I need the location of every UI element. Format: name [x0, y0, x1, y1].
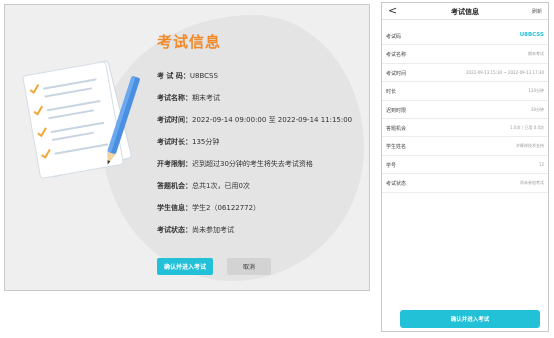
- desktop-exam-info-panel: 考试信息 考 试 码：U8BCSS 考试名称：期末考试 考试时间：2022-09…: [4, 4, 370, 291]
- exam-time-label: 考试时间：: [157, 116, 192, 124]
- exam-code-row: 考 试 码：U8BCSS: [157, 71, 218, 81]
- list-item: 时长 120分钟: [382, 82, 548, 101]
- list-item: 迟到时限 30分钟: [382, 101, 548, 119]
- list-item-label: 考试名称: [386, 52, 407, 59]
- mobile-exam-info-screen: < 考试信息 刷新 考试码 U8BCSS 考试名称 期末考试 考试时间 2022…: [381, 2, 549, 332]
- list-item-value: 期末考试: [528, 51, 544, 57]
- exam-name-label: 考试名称：: [157, 94, 192, 102]
- exam-code-label: 考 试 码：: [157, 72, 190, 80]
- list-item-label: 学号: [386, 162, 397, 169]
- list-item-value: 12: [538, 161, 544, 167]
- mobile-confirm-enter-exam-button[interactable]: 确认并进入考试: [400, 310, 540, 328]
- list-item-label: 答题机会: [386, 125, 407, 132]
- list-item: 答题机会 1.0次 / 已用 0.0次: [382, 119, 548, 138]
- list-item-value: U8BCSS: [519, 32, 544, 38]
- list-item-value: 许辉祥技术支持: [516, 143, 544, 149]
- exam-status-label: 考试状态：: [157, 226, 192, 234]
- list-item-label: 考试码: [386, 34, 402, 40]
- exam-status-value: 尚未参加考试: [192, 226, 234, 234]
- list-item: 考试码 U8BCSS: [382, 27, 548, 46]
- list-item-value: 120分钟: [528, 88, 544, 94]
- exam-code-value: U8BCSS: [189, 72, 218, 80]
- exam-duration-label: 考试时长：: [157, 138, 192, 146]
- start-limit-row: 开考限制：迟到超过30分钟的考生将失去考试资格: [157, 159, 313, 169]
- start-limit-value: 迟到超过30分钟的考生将失去考试资格: [192, 160, 313, 168]
- mobile-header: < 考试信息 刷新: [382, 3, 548, 20]
- list-item-label: 考试时间: [386, 70, 407, 77]
- start-limit-label: 开考限制：: [157, 160, 192, 168]
- exam-name-value: 期末考试: [192, 94, 220, 102]
- exam-duration-row: 考试时长：135分钟: [157, 137, 219, 147]
- mobile-info-list: 考试码 U8BCSS 考试名称 期末考试 考试时间 2022-09-13 15:…: [382, 27, 548, 193]
- exam-duration-value: 135分钟: [192, 138, 220, 146]
- list-item: 考试名称 期末考试: [382, 45, 548, 64]
- attempts-row: 答题机会：总共1次，已用0次: [157, 181, 250, 191]
- list-item-value: 尚未参加考试: [520, 180, 544, 186]
- list-item-value: 1.0次 / 已用 0.0次: [510, 124, 544, 130]
- refresh-link[interactable]: 刷新: [532, 8, 542, 15]
- list-item: 考试状态 尚未参加考试: [382, 174, 548, 193]
- list-item-value: 30分钟: [530, 106, 544, 112]
- confirm-enter-exam-button[interactable]: 确认并进入考试: [157, 258, 213, 275]
- cancel-button[interactable]: 取消: [227, 258, 271, 275]
- list-item: 考试时间 2022-09-13 15:30 ~ 2022-09-13 17:30: [382, 64, 548, 83]
- student-info-value: 学生2（06122772）: [192, 204, 261, 212]
- document-illustration-icon: [22, 60, 140, 179]
- exam-time-value: 2022-09-14 09:00:00 至 2022-09-14 11:15:0…: [192, 116, 353, 124]
- student-info-label: 学生信息：: [157, 204, 192, 212]
- mobile-page-title: 考试信息: [451, 8, 479, 16]
- attempts-value: 总共1次，已用0次: [192, 182, 250, 190]
- list-item: 学生姓名 许辉祥技术支持: [382, 137, 548, 156]
- list-item-label: 时长: [386, 89, 397, 96]
- student-info-row: 学生信息：学生2（06122772）: [157, 203, 260, 213]
- list-item-label: 学生姓名: [386, 144, 407, 151]
- exam-status-row: 考试状态：尚未参加考试: [157, 225, 234, 235]
- list-item-value: 2022-09-13 15:30 ~ 2022-09-13 17:30: [466, 69, 544, 75]
- attempts-label: 答题机会：: [157, 182, 192, 190]
- list-item: 学号 12: [382, 156, 548, 175]
- exam-name-row: 考试名称：期末考试: [157, 93, 220, 103]
- list-item-label: 考试状态: [386, 181, 407, 188]
- list-item-label: 迟到时限: [386, 107, 407, 114]
- page-title: 考试信息: [157, 33, 222, 51]
- exam-time-row: 考试时间：2022-09-14 09:00:00 至 2022-09-14 11…: [157, 115, 352, 125]
